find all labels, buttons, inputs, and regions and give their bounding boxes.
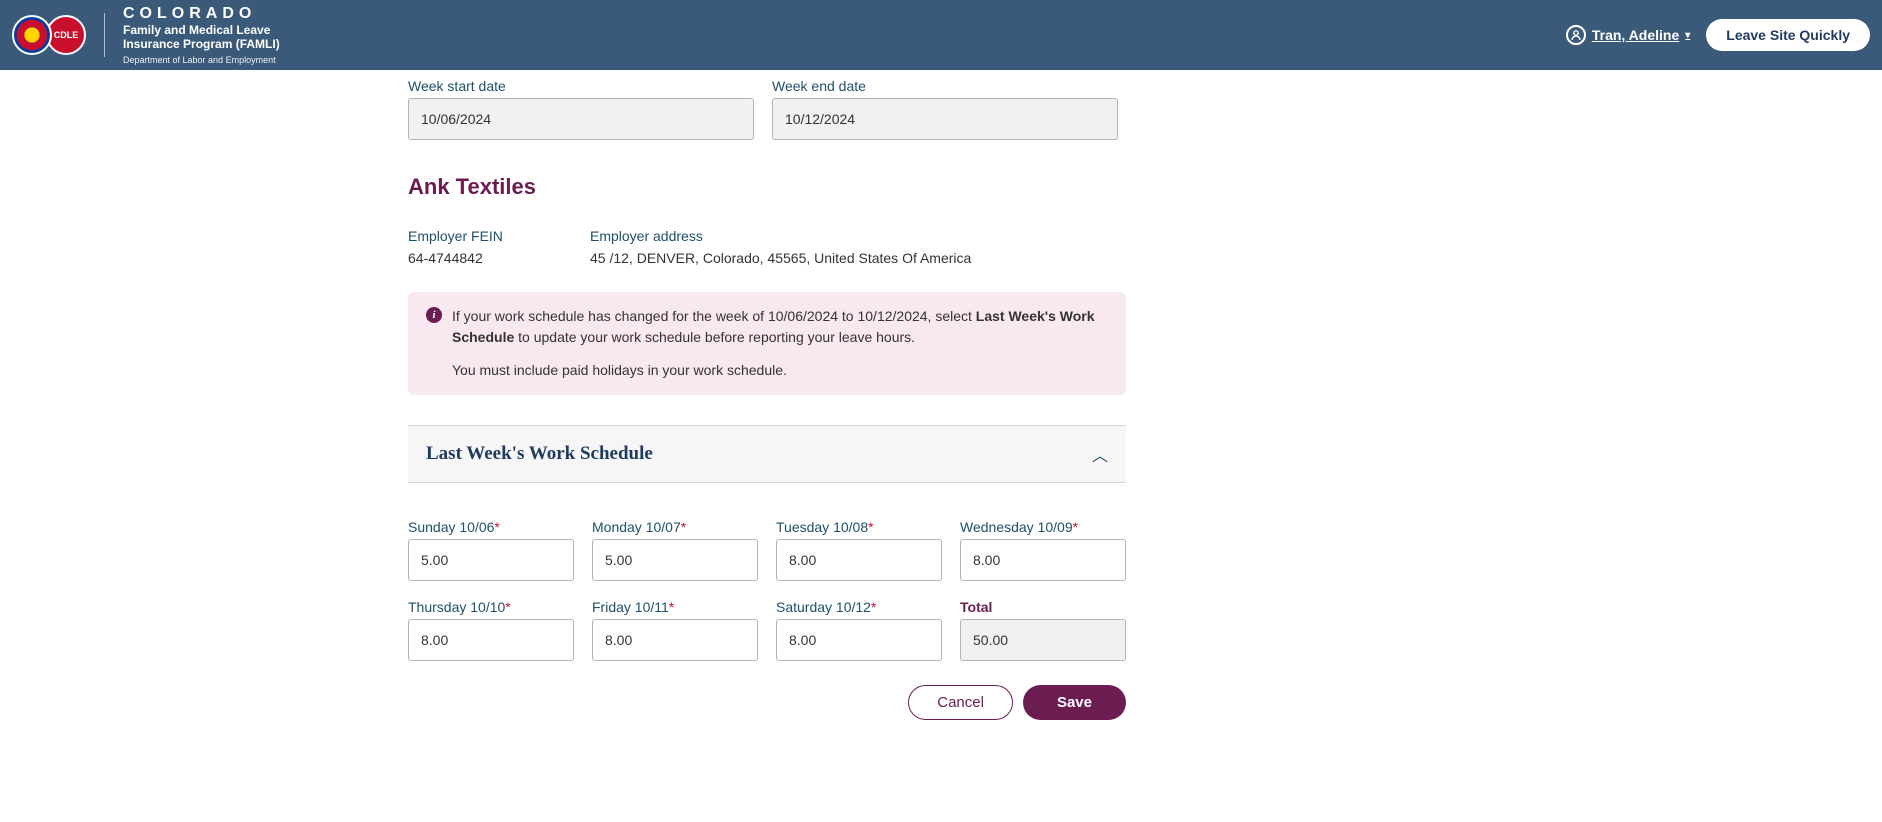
employer-fein-label: Employer FEIN [408, 228, 590, 244]
sched-monday-label: Monday 10/07* [592, 519, 686, 535]
sched-thursday-label: Thursday 10/10* [408, 599, 511, 615]
cdle-seal-icon: CDLE [46, 15, 86, 55]
action-buttons: Cancel Save [408, 685, 1126, 720]
sched-monday: Monday 10/07* [592, 519, 758, 581]
leave-site-button[interactable]: Leave Site Quickly [1706, 19, 1870, 51]
sched-sunday-input[interactable] [408, 539, 574, 581]
accordion-title: Last Week's Work Schedule [426, 443, 653, 465]
sched-wednesday-input[interactable] [960, 539, 1126, 581]
sched-saturday: Saturday 10/12* [776, 599, 942, 661]
user-name: Tran, Adeline [1592, 27, 1679, 43]
week-start-field: Week start date [408, 78, 754, 140]
sched-wednesday-label: Wednesday 10/09* [960, 519, 1078, 535]
sched-total: Total [960, 599, 1126, 661]
user-icon [1566, 25, 1586, 45]
sched-sunday-label: Sunday 10/06* [408, 519, 500, 535]
main-content: Week start date Week end date Ank Textil… [408, 78, 1126, 720]
logo-program: Family and Medical Leave Insurance Progr… [123, 23, 280, 52]
cancel-button[interactable]: Cancel [908, 685, 1013, 720]
schedule-grid: Sunday 10/06* Monday 10/07* Tuesday 10/0… [408, 519, 1126, 661]
week-start-input[interactable] [408, 98, 754, 140]
app-header: CDLE COLORADO Family and Medical Leave I… [0, 0, 1882, 70]
sched-friday: Friday 10/11* [592, 599, 758, 661]
sched-tuesday: Tuesday 10/08* [776, 519, 942, 581]
sched-thursday: Thursday 10/10* [408, 599, 574, 661]
employer-fein-block: Employer FEIN 64-4744842 [408, 228, 590, 266]
user-menu[interactable]: Tran, Adeline ▾ [1566, 25, 1690, 45]
sched-total-label: Total [960, 599, 992, 615]
info-icon: i [426, 307, 442, 323]
logo-divider [104, 13, 105, 57]
sched-monday-input[interactable] [592, 539, 758, 581]
week-end-field: Week end date [772, 78, 1118, 140]
sched-friday-label: Friday 10/11* [592, 599, 674, 615]
sched-tuesday-input[interactable] [776, 539, 942, 581]
chevron-up-icon: ︿ [1092, 442, 1108, 466]
logo-dept: Department of Labor and Employment [123, 55, 280, 65]
sched-thursday-input[interactable] [408, 619, 574, 661]
logo-text: COLORADO Family and Medical Leave Insura… [123, 5, 280, 66]
employer-address-label: Employer address [590, 228, 971, 244]
employer-address-value: 45 /12, DENVER, Colorado, 45565, United … [590, 250, 971, 266]
employer-address-block: Employer address 45 /12, DENVER, Colorad… [590, 228, 971, 266]
sched-sunday: Sunday 10/06* [408, 519, 574, 581]
info-alert: i If your work schedule has changed for … [408, 292, 1126, 395]
save-button[interactable]: Save [1023, 685, 1126, 720]
sched-total-input [960, 619, 1126, 661]
sched-friday-input[interactable] [592, 619, 758, 661]
week-end-input[interactable] [772, 98, 1118, 140]
sched-wednesday: Wednesday 10/09* [960, 519, 1126, 581]
week-end-label: Week end date [772, 78, 1118, 94]
logo-state: COLORADO [123, 5, 280, 23]
sched-saturday-input[interactable] [776, 619, 942, 661]
logo-block: CDLE COLORADO Family and Medical Leave I… [12, 5, 280, 66]
employer-name: Ank Textiles [408, 174, 1126, 200]
schedule-accordion-header[interactable]: Last Week's Work Schedule ︿ [408, 425, 1126, 483]
sched-saturday-label: Saturday 10/12* [776, 599, 876, 615]
logo-icons: CDLE [12, 15, 86, 55]
header-right: Tran, Adeline ▾ Leave Site Quickly [1566, 19, 1870, 51]
chevron-down-icon: ▾ [1685, 30, 1690, 41]
employer-fein-value: 64-4744842 [408, 250, 590, 266]
week-start-label: Week start date [408, 78, 754, 94]
alert-text: If your work schedule has changed for th… [452, 306, 1108, 381]
sched-tuesday-label: Tuesday 10/08* [776, 519, 874, 535]
colorado-seal-icon [12, 15, 52, 55]
